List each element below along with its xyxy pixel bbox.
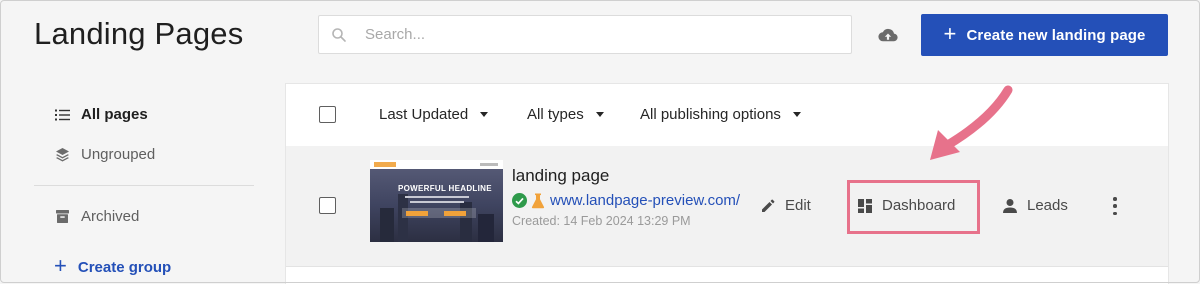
layers-icon	[54, 147, 70, 163]
select-all-checkbox[interactable]	[319, 106, 336, 123]
flask-icon	[531, 193, 545, 209]
sidebar-divider	[34, 185, 254, 186]
search-box[interactable]	[318, 15, 852, 54]
sidebar-item-ungrouped[interactable]: Ungrouped	[54, 146, 155, 163]
create-group-label: Create group	[77, 259, 172, 276]
sort-dropdown-label: Last Updated	[379, 106, 469, 123]
type-dropdown-label: All types	[527, 106, 584, 123]
publishing-dropdown-label: All publishing options	[640, 106, 781, 123]
search-input[interactable]	[363, 25, 837, 44]
edit-label: Edit	[785, 197, 811, 214]
create-landing-page-label: Create new landing page	[966, 26, 1146, 44]
archive-icon	[54, 209, 70, 225]
cloud-upload-icon[interactable]	[876, 24, 900, 46]
leads-button[interactable]: Leads	[1002, 197, 1068, 214]
thumbnail-headline: POWERFUL HEADLINE	[398, 184, 492, 193]
pencil-icon	[760, 198, 776, 214]
sidebar-item-label: All pages	[81, 106, 148, 123]
more-vertical-icon[interactable]	[1111, 197, 1119, 215]
person-icon	[1002, 198, 1018, 214]
sidebar-item-label: Archived	[81, 208, 140, 225]
publishing-dropdown[interactable]: All publishing options	[640, 106, 801, 123]
plus-icon: +	[54, 253, 67, 278]
chevron-down-icon	[595, 112, 604, 117]
plus-icon: +	[943, 21, 957, 46]
table-row	[286, 267, 1168, 284]
create-landing-page-button[interactable]: + Create new landing page	[921, 14, 1168, 56]
list-icon	[54, 107, 70, 123]
landing-page-name[interactable]: landing page	[512, 166, 609, 186]
search-icon	[331, 27, 347, 43]
type-dropdown[interactable]: All types	[527, 106, 604, 123]
check-circle-icon	[512, 193, 527, 208]
row-checkbox[interactable]	[319, 197, 336, 214]
landing-page-thumbnail[interactable]: POWERFUL HEADLINE	[370, 160, 503, 242]
sidebar-item-all-pages[interactable]: All pages	[54, 106, 148, 123]
pointer-arrow-annotation	[930, 85, 1013, 160]
created-timestamp: Created: 14 Feb 2024 13:29 PM	[512, 214, 691, 228]
page-title: Landing Pages	[34, 16, 244, 51]
dashboard-highlight-box	[847, 180, 980, 234]
filter-bar: Last Updated All types All publishing op…	[286, 84, 1168, 147]
sidebar-item-archived[interactable]: Archived	[54, 208, 139, 225]
landing-page-url-text: www.landpage-preview.com/	[550, 192, 741, 209]
landing-pages-list: Last Updated All types All publishing op…	[286, 84, 1168, 284]
landing-page-url[interactable]: www.landpage-preview.com/	[512, 192, 751, 209]
table-row: POWERFUL HEADLINE landing page www.landp…	[286, 146, 1168, 267]
sort-dropdown[interactable]: Last Updated	[379, 106, 489, 123]
sidebar-item-label: Ungrouped	[81, 146, 156, 163]
chevron-down-icon	[480, 112, 489, 117]
chevron-down-icon	[792, 112, 801, 117]
create-group-link[interactable]: + Create group	[54, 253, 172, 278]
edit-button[interactable]: Edit	[760, 197, 811, 214]
leads-label: Leads	[1027, 197, 1068, 214]
